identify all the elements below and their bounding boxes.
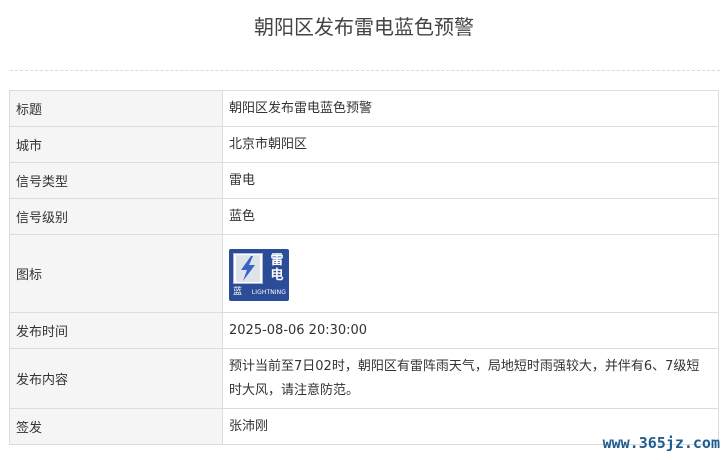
badge-char-bottom: 电 xyxy=(270,267,284,283)
table-row: 标题 朝阳区发布雷电蓝色预警 xyxy=(9,90,719,127)
row-label-icon: 图标 xyxy=(9,234,223,313)
dashed-divider xyxy=(10,70,720,71)
warning-info-table: 标题 朝阳区发布雷电蓝色预警 城市 北京市朝阳区 信号类型 雷电 信号级别 蓝色… xyxy=(9,90,719,445)
badge-level-char: 蓝 xyxy=(233,286,243,297)
row-label-title: 标题 xyxy=(9,90,223,127)
row-label-issuer: 签发 xyxy=(9,408,223,445)
lightning-warning-badge: 雷 电 蓝 LIGHTNING xyxy=(229,248,289,301)
table-row: 图标 雷 电 蓝 LIGHTNING xyxy=(9,234,719,313)
row-value-title: 朝阳区发布雷电蓝色预警 xyxy=(222,90,719,127)
table-row: 发布内容 预计当前至7日02时，朝阳区有雷阵雨天气，局地短时雨强较大，并伴有6、… xyxy=(9,348,719,409)
row-label-signal-level: 信号级别 xyxy=(9,198,223,235)
row-value-icon: 雷 电 蓝 LIGHTNING xyxy=(222,234,719,313)
row-label-city: 城市 xyxy=(9,126,223,163)
badge-chinese-label: 雷 电 xyxy=(267,253,287,283)
table-row: 信号类型 雷电 xyxy=(9,162,719,199)
lightning-icon xyxy=(236,254,260,282)
row-label-content: 发布内容 xyxy=(9,348,223,409)
row-label-signal-type: 信号类型 xyxy=(9,162,223,199)
site-watermark: www.365jz.com xyxy=(602,434,720,452)
row-label-publish-time: 发布时间 xyxy=(9,312,223,349)
table-row: 发布时间 2025-08-06 20:30:00 xyxy=(9,312,719,349)
badge-symbol-box xyxy=(233,252,263,284)
badge-english-label: LIGHTNING xyxy=(251,288,286,296)
row-value-signal-type: 雷电 xyxy=(222,162,719,199)
badge-char-top: 雷 xyxy=(270,252,284,268)
page-title: 朝阳区发布雷电蓝色预警 xyxy=(254,15,474,39)
page: 朝阳区发布雷电蓝色预警 标题 朝阳区发布雷电蓝色预警 城市 北京市朝阳区 信号类… xyxy=(0,0,728,460)
table-row: 信号级别 蓝色 xyxy=(9,198,719,235)
row-value-city: 北京市朝阳区 xyxy=(222,126,719,163)
row-value-signal-level: 蓝色 xyxy=(222,198,719,235)
row-value-publish-time: 2025-08-06 20:30:00 xyxy=(222,312,719,349)
row-value-content: 预计当前至7日02时，朝阳区有雷阵雨天气，局地短时雨强较大，并伴有6、7级短时大… xyxy=(222,348,719,409)
table-row: 城市 北京市朝阳区 xyxy=(9,126,719,163)
